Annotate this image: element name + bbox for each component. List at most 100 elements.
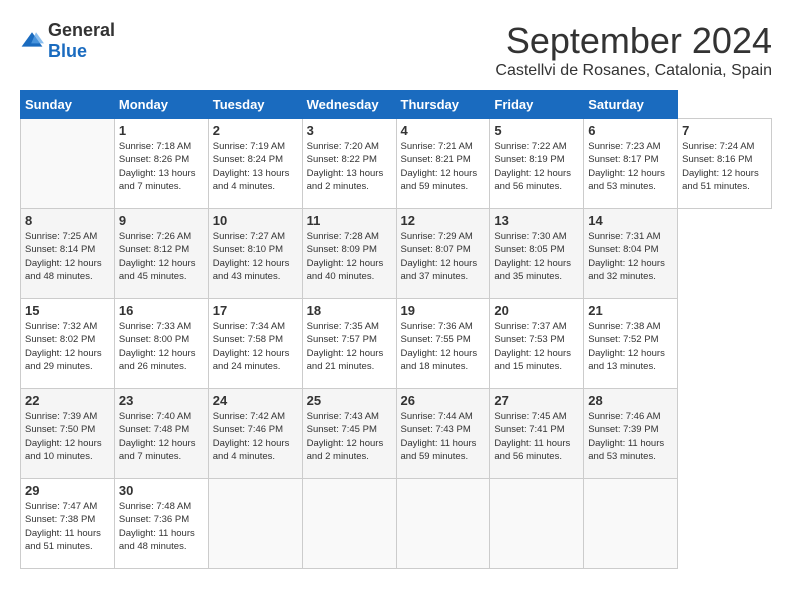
day-info: Sunrise: 7:19 AMSunset: 8:24 PMDaylight:… bbox=[213, 141, 290, 192]
day-number: 27 bbox=[494, 393, 579, 408]
day-number: 10 bbox=[213, 213, 298, 228]
calendar-week-row: 22 Sunrise: 7:39 AMSunset: 7:50 PMDaylig… bbox=[21, 389, 772, 479]
day-number: 3 bbox=[307, 123, 392, 138]
calendar-day-cell bbox=[396, 479, 490, 569]
day-info: Sunrise: 7:37 AMSunset: 7:53 PMDaylight:… bbox=[494, 321, 571, 372]
day-info: Sunrise: 7:34 AMSunset: 7:58 PMDaylight:… bbox=[213, 321, 290, 372]
calendar-day-cell: 23 Sunrise: 7:40 AMSunset: 7:48 PMDaylig… bbox=[114, 389, 208, 479]
day-info: Sunrise: 7:28 AMSunset: 8:09 PMDaylight:… bbox=[307, 231, 384, 282]
day-number: 16 bbox=[119, 303, 204, 318]
calendar-day-cell: 9 Sunrise: 7:26 AMSunset: 8:12 PMDayligh… bbox=[114, 209, 208, 299]
day-info: Sunrise: 7:22 AMSunset: 8:19 PMDaylight:… bbox=[494, 141, 571, 192]
calendar-week-row: 1 Sunrise: 7:18 AMSunset: 8:26 PMDayligh… bbox=[21, 119, 772, 209]
day-number: 14 bbox=[588, 213, 673, 228]
day-info: Sunrise: 7:21 AMSunset: 8:21 PMDaylight:… bbox=[401, 141, 478, 192]
calendar-day-cell: 30 Sunrise: 7:48 AMSunset: 7:36 PMDaylig… bbox=[114, 479, 208, 569]
calendar-day-cell: 22 Sunrise: 7:39 AMSunset: 7:50 PMDaylig… bbox=[21, 389, 115, 479]
day-info: Sunrise: 7:29 AMSunset: 8:07 PMDaylight:… bbox=[401, 231, 478, 282]
logo-blue: Blue bbox=[48, 41, 87, 61]
calendar-day-cell: 6 Sunrise: 7:23 AMSunset: 8:17 PMDayligh… bbox=[584, 119, 678, 209]
title-area: September 2024 Castellvi de Rosanes, Cat… bbox=[495, 20, 772, 80]
day-number: 26 bbox=[401, 393, 486, 408]
day-number: 5 bbox=[494, 123, 579, 138]
calendar-day-cell: 27 Sunrise: 7:45 AMSunset: 7:41 PMDaylig… bbox=[490, 389, 584, 479]
month-title: September 2024 bbox=[495, 20, 772, 62]
day-number: 22 bbox=[25, 393, 110, 408]
calendar-day-cell: 5 Sunrise: 7:22 AMSunset: 8:19 PMDayligh… bbox=[490, 119, 584, 209]
calendar-day-cell bbox=[302, 479, 396, 569]
day-number: 20 bbox=[494, 303, 579, 318]
calendar-day-cell: 18 Sunrise: 7:35 AMSunset: 7:57 PMDaylig… bbox=[302, 299, 396, 389]
calendar-day-cell: 7 Sunrise: 7:24 AMSunset: 8:16 PMDayligh… bbox=[678, 119, 772, 209]
calendar-day-cell: 13 Sunrise: 7:30 AMSunset: 8:05 PMDaylig… bbox=[490, 209, 584, 299]
logo: General Blue bbox=[20, 20, 115, 62]
day-number: 1 bbox=[119, 123, 204, 138]
calendar-day-cell: 8 Sunrise: 7:25 AMSunset: 8:14 PMDayligh… bbox=[21, 209, 115, 299]
day-info: Sunrise: 7:43 AMSunset: 7:45 PMDaylight:… bbox=[307, 411, 384, 462]
calendar-day-cell bbox=[208, 479, 302, 569]
day-number: 24 bbox=[213, 393, 298, 408]
day-number: 19 bbox=[401, 303, 486, 318]
day-number: 18 bbox=[307, 303, 392, 318]
calendar-day-cell: 26 Sunrise: 7:44 AMSunset: 7:43 PMDaylig… bbox=[396, 389, 490, 479]
day-info: Sunrise: 7:24 AMSunset: 8:16 PMDaylight:… bbox=[682, 141, 759, 192]
day-number: 13 bbox=[494, 213, 579, 228]
calendar-day-cell bbox=[490, 479, 584, 569]
logo-icon bbox=[20, 29, 44, 53]
day-number: 25 bbox=[307, 393, 392, 408]
day-number: 30 bbox=[119, 483, 204, 498]
day-info: Sunrise: 7:35 AMSunset: 7:57 PMDaylight:… bbox=[307, 321, 384, 372]
day-info: Sunrise: 7:27 AMSunset: 8:10 PMDaylight:… bbox=[213, 231, 290, 282]
calendar-day-cell: 4 Sunrise: 7:21 AMSunset: 8:21 PMDayligh… bbox=[396, 119, 490, 209]
calendar-day-cell: 16 Sunrise: 7:33 AMSunset: 8:00 PMDaylig… bbox=[114, 299, 208, 389]
calendar-day-cell: 25 Sunrise: 7:43 AMSunset: 7:45 PMDaylig… bbox=[302, 389, 396, 479]
column-header-tuesday: Tuesday bbox=[208, 91, 302, 119]
column-header-saturday: Saturday bbox=[584, 91, 678, 119]
calendar-day-cell: 24 Sunrise: 7:42 AMSunset: 7:46 PMDaylig… bbox=[208, 389, 302, 479]
day-number: 12 bbox=[401, 213, 486, 228]
day-number: 15 bbox=[25, 303, 110, 318]
day-number: 21 bbox=[588, 303, 673, 318]
logo-general: General bbox=[48, 20, 115, 40]
calendar-day-cell: 20 Sunrise: 7:37 AMSunset: 7:53 PMDaylig… bbox=[490, 299, 584, 389]
calendar-day-cell: 11 Sunrise: 7:28 AMSunset: 8:09 PMDaylig… bbox=[302, 209, 396, 299]
day-number: 11 bbox=[307, 213, 392, 228]
day-info: Sunrise: 7:30 AMSunset: 8:05 PMDaylight:… bbox=[494, 231, 571, 282]
day-number: 28 bbox=[588, 393, 673, 408]
empty-cell bbox=[21, 119, 115, 209]
calendar-week-row: 29 Sunrise: 7:47 AMSunset: 7:38 PMDaylig… bbox=[21, 479, 772, 569]
calendar-day-cell: 14 Sunrise: 7:31 AMSunset: 8:04 PMDaylig… bbox=[584, 209, 678, 299]
day-info: Sunrise: 7:48 AMSunset: 7:36 PMDaylight:… bbox=[119, 501, 195, 552]
day-number: 2 bbox=[213, 123, 298, 138]
calendar-day-cell: 10 Sunrise: 7:27 AMSunset: 8:10 PMDaylig… bbox=[208, 209, 302, 299]
calendar-week-row: 8 Sunrise: 7:25 AMSunset: 8:14 PMDayligh… bbox=[21, 209, 772, 299]
day-info: Sunrise: 7:32 AMSunset: 8:02 PMDaylight:… bbox=[25, 321, 102, 372]
day-info: Sunrise: 7:18 AMSunset: 8:26 PMDaylight:… bbox=[119, 141, 196, 192]
day-number: 17 bbox=[213, 303, 298, 318]
day-info: Sunrise: 7:38 AMSunset: 7:52 PMDaylight:… bbox=[588, 321, 665, 372]
day-number: 8 bbox=[25, 213, 110, 228]
day-info: Sunrise: 7:47 AMSunset: 7:38 PMDaylight:… bbox=[25, 501, 101, 552]
day-number: 9 bbox=[119, 213, 204, 228]
day-info: Sunrise: 7:40 AMSunset: 7:48 PMDaylight:… bbox=[119, 411, 196, 462]
calendar-day-cell: 3 Sunrise: 7:20 AMSunset: 8:22 PMDayligh… bbox=[302, 119, 396, 209]
calendar-day-cell: 29 Sunrise: 7:47 AMSunset: 7:38 PMDaylig… bbox=[21, 479, 115, 569]
calendar-day-cell: 12 Sunrise: 7:29 AMSunset: 8:07 PMDaylig… bbox=[396, 209, 490, 299]
day-info: Sunrise: 7:31 AMSunset: 8:04 PMDaylight:… bbox=[588, 231, 665, 282]
column-header-sunday: Sunday bbox=[21, 91, 115, 119]
day-number: 29 bbox=[25, 483, 110, 498]
calendar-day-cell: 17 Sunrise: 7:34 AMSunset: 7:58 PMDaylig… bbox=[208, 299, 302, 389]
day-info: Sunrise: 7:20 AMSunset: 8:22 PMDaylight:… bbox=[307, 141, 384, 192]
calendar-day-cell: 19 Sunrise: 7:36 AMSunset: 7:55 PMDaylig… bbox=[396, 299, 490, 389]
day-number: 7 bbox=[682, 123, 767, 138]
calendar-day-cell bbox=[584, 479, 678, 569]
day-info: Sunrise: 7:23 AMSunset: 8:17 PMDaylight:… bbox=[588, 141, 665, 192]
column-header-wednesday: Wednesday bbox=[302, 91, 396, 119]
calendar-day-cell: 1 Sunrise: 7:18 AMSunset: 8:26 PMDayligh… bbox=[114, 119, 208, 209]
day-info: Sunrise: 7:39 AMSunset: 7:50 PMDaylight:… bbox=[25, 411, 102, 462]
day-info: Sunrise: 7:46 AMSunset: 7:39 PMDaylight:… bbox=[588, 411, 664, 462]
day-info: Sunrise: 7:25 AMSunset: 8:14 PMDaylight:… bbox=[25, 231, 102, 282]
day-info: Sunrise: 7:36 AMSunset: 7:55 PMDaylight:… bbox=[401, 321, 478, 372]
day-info: Sunrise: 7:42 AMSunset: 7:46 PMDaylight:… bbox=[213, 411, 290, 462]
column-header-thursday: Thursday bbox=[396, 91, 490, 119]
